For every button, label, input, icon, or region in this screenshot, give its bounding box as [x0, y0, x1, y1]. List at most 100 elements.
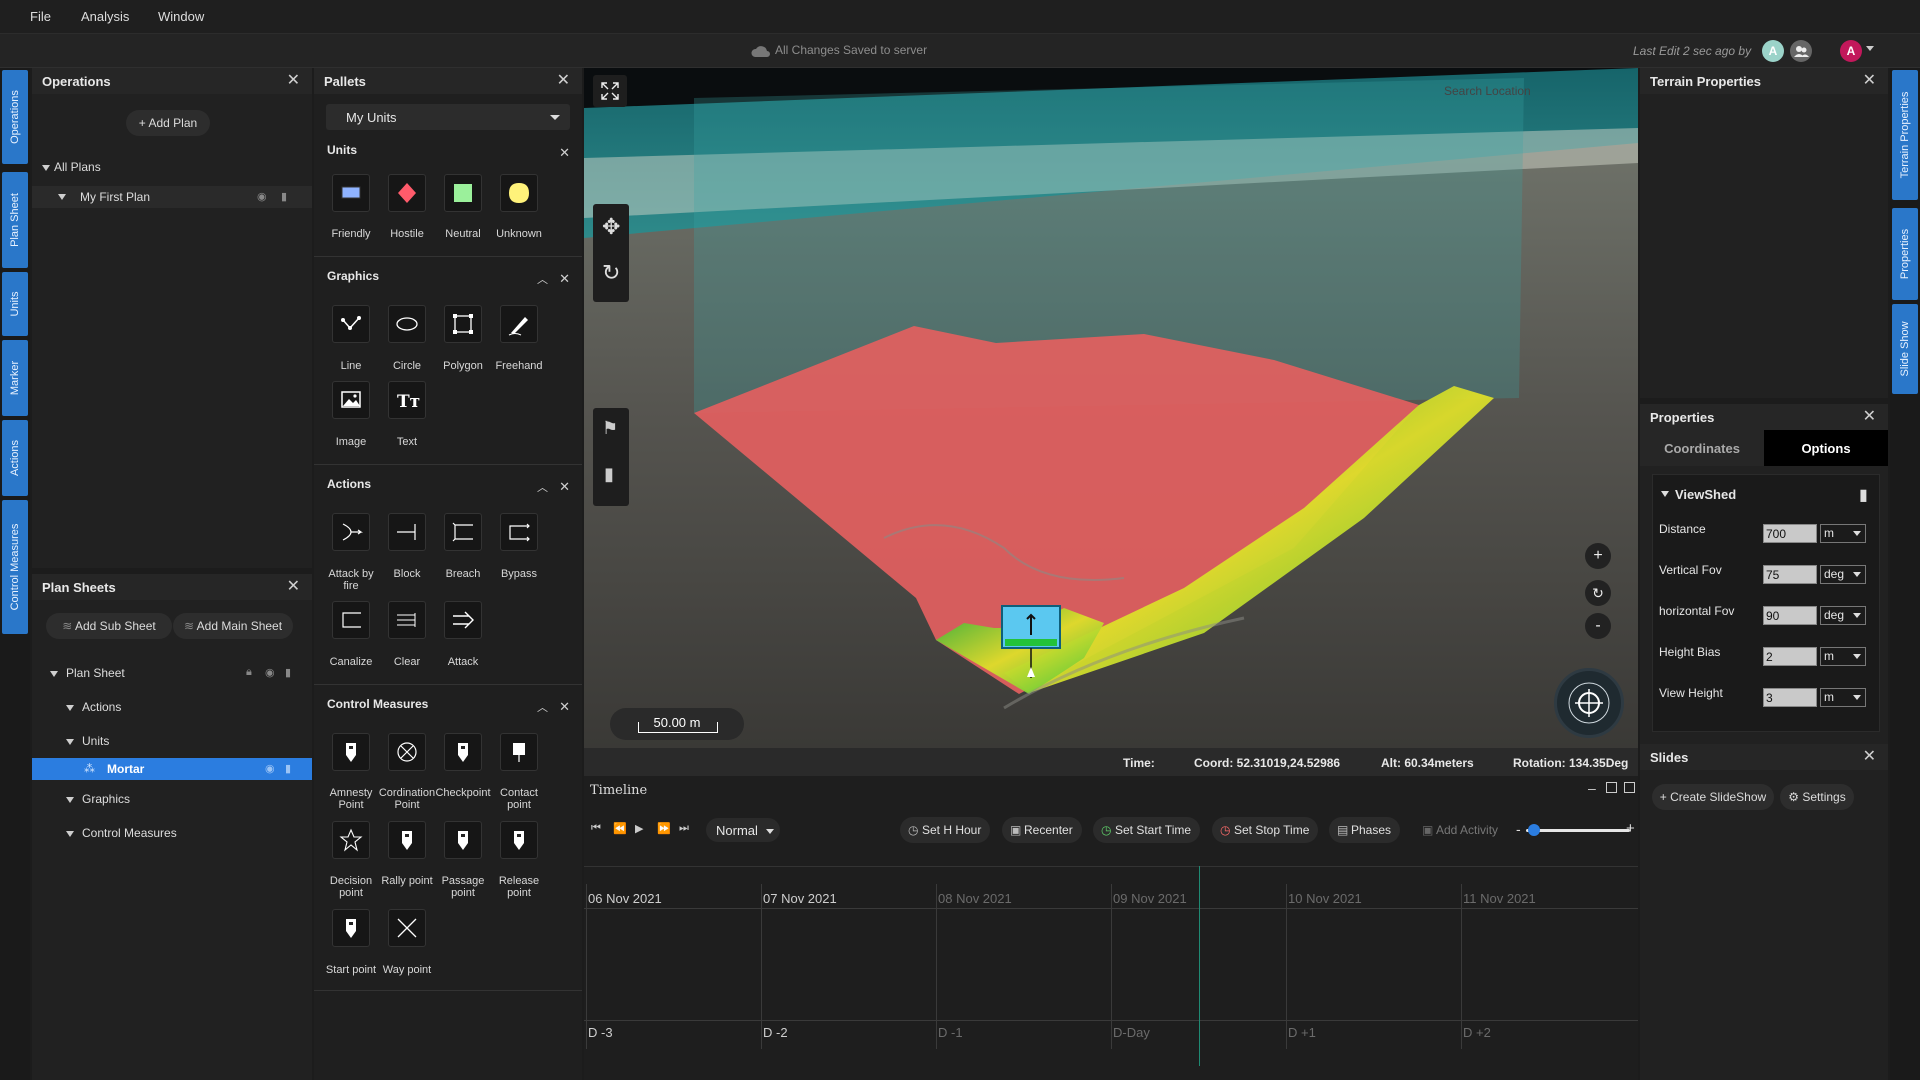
tab-operations[interactable]: Operations [2, 70, 28, 164]
amnesty-point-tile[interactable] [332, 733, 370, 771]
zoom-slider-thumb[interactable] [1528, 824, 1540, 836]
tree-item-units[interactable]: Units [66, 734, 109, 748]
circle-tile[interactable] [388, 305, 426, 343]
close-icon[interactable]: ✕ [557, 73, 570, 89]
chevron-up-icon[interactable]: ︿ [537, 699, 548, 715]
close-icon[interactable]: ✕ [559, 699, 570, 715]
zoom-plus-icon[interactable]: + [1626, 820, 1635, 837]
image-tile[interactable] [332, 381, 370, 419]
close-icon[interactable]: ✕ [1863, 409, 1876, 425]
eye-icon[interactable]: ◉ [265, 762, 275, 775]
tree-item-actions[interactable]: Actions [66, 700, 121, 714]
passage-point-tile[interactable] [444, 821, 482, 859]
attack-tile[interactable] [444, 601, 482, 639]
tree-item-plan-sheet[interactable]: Plan Sheet [50, 666, 125, 680]
way-point-tile[interactable] [388, 909, 426, 947]
fullscreen-button[interactable] [593, 75, 627, 107]
add-sub-sheet-button[interactable]: ≋ Add Sub Sheet [46, 613, 172, 639]
fast-forward-icon[interactable]: ⏩ [657, 822, 671, 835]
eye-icon[interactable]: ◉ [257, 190, 267, 203]
trash-icon[interactable]: ▮ [604, 464, 614, 485]
hostile-tile[interactable] [388, 174, 426, 212]
close-icon[interactable]: ✕ [287, 73, 300, 89]
minimize-icon[interactable]: – [1588, 780, 1596, 796]
clear-tile[interactable] [388, 601, 426, 639]
height-bias-input[interactable]: 2 [1763, 647, 1817, 666]
zoom-slider-track[interactable] [1526, 829, 1630, 832]
tab-units[interactable]: Units [2, 272, 28, 336]
add-activity-button[interactable]: ▣ Add Activity [1414, 817, 1507, 843]
rally-point-tile[interactable] [388, 821, 426, 859]
current-time-marker[interactable] [1199, 866, 1200, 1066]
trash-icon[interactable]: ▮ [1859, 485, 1868, 505]
close-icon[interactable]: ✕ [287, 579, 300, 595]
play-icon[interactable]: ▶ [635, 822, 643, 835]
contact-point-tile[interactable] [500, 733, 538, 771]
mortar-unit-marker[interactable] [1001, 605, 1061, 678]
set-stop-time-button[interactable]: ◷ Set Stop Time [1212, 817, 1319, 843]
add-plan-button[interactable]: + Add Plan [126, 110, 210, 136]
recenter-button[interactable]: ▣ Recenter [1002, 817, 1082, 843]
editor-avatar[interactable]: A [1762, 40, 1784, 62]
chevron-down-icon[interactable] [1661, 491, 1669, 497]
map-view[interactable]: Search Location ✥ ↻ ⚑ ▮ + ↻ - 50.00 m [584, 68, 1638, 748]
tab-slide-show[interactable]: Slide Show [1892, 304, 1918, 394]
settings-button[interactable]: ⚙ Settings [1780, 784, 1854, 810]
neutral-tile[interactable] [444, 174, 482, 212]
phases-button[interactable]: ▤ Phases [1329, 817, 1401, 843]
chevron-up-icon[interactable]: ︿ [537, 271, 548, 287]
decision-point-tile[interactable] [332, 821, 370, 859]
popout-icon[interactable] [1624, 782, 1635, 793]
tab-control-measures[interactable]: Control Measures [2, 500, 28, 634]
close-icon[interactable]: ✕ [1863, 749, 1876, 765]
users-icon[interactable] [1790, 40, 1812, 62]
text-tile[interactable]: Tт [388, 381, 426, 419]
close-icon[interactable]: ✕ [559, 145, 570, 161]
pallet-select[interactable]: My Units [326, 104, 570, 130]
tab-properties[interactable]: Properties [1892, 208, 1918, 300]
vertical-fov-input[interactable]: 75 [1763, 565, 1817, 584]
speed-select[interactable]: Normal [706, 818, 780, 842]
skip-end-icon[interactable]: ⏭ [679, 822, 689, 835]
create-slideshow-button[interactable]: + Create SlideShow [1652, 784, 1774, 810]
zoom-minus-icon[interactable]: - [1516, 821, 1521, 837]
menu-analysis[interactable]: Analysis [81, 9, 129, 24]
horizontal-fov-input[interactable]: 90 [1763, 606, 1817, 625]
tab-coordinates[interactable]: Coordinates [1640, 430, 1764, 466]
friendly-tile[interactable] [332, 174, 370, 212]
vertical-fov-unit-select[interactable]: deg [1820, 565, 1866, 584]
rotate-icon[interactable]: ↻ [602, 260, 620, 286]
distance-unit-select[interactable]: m [1820, 524, 1866, 543]
reset-view-button[interactable]: ↻ [1585, 580, 1611, 606]
attack-by-fire-tile[interactable] [332, 513, 370, 551]
view-height-input[interactable]: 3 [1763, 688, 1817, 707]
flag-icon[interactable]: ⚑ [602, 418, 618, 439]
start-point-tile[interactable] [332, 909, 370, 947]
trash-icon[interactable]: ▮ [281, 190, 287, 203]
view-height-unit-select[interactable]: m [1820, 688, 1866, 707]
freehand-tile[interactable] [500, 305, 538, 343]
close-icon[interactable]: ✕ [1863, 73, 1876, 89]
zoom-out-button[interactable]: - [1585, 613, 1611, 639]
maximize-icon[interactable] [1606, 782, 1617, 793]
move-icon[interactable]: ✥ [602, 214, 620, 240]
search-location-input[interactable]: Search Location [1444, 84, 1531, 98]
close-icon[interactable]: ✕ [559, 271, 570, 287]
polygon-tile[interactable] [444, 305, 482, 343]
tree-item-mortar[interactable]: ⁂ Mortar ◉ ▮ [32, 758, 312, 780]
coordination-point-tile[interactable] [388, 733, 426, 771]
trash-icon[interactable]: ▮ [285, 762, 291, 775]
canalize-tile[interactable] [332, 601, 370, 639]
set-start-time-button[interactable]: ◷ Set Start Time [1093, 817, 1201, 843]
release-point-tile[interactable] [500, 821, 538, 859]
menu-window[interactable]: Window [158, 9, 204, 24]
unknown-tile[interactable] [500, 174, 538, 212]
eye-icon[interactable]: ◉ [265, 666, 275, 679]
tab-marker[interactable]: Marker [2, 340, 28, 416]
block-tile[interactable] [388, 513, 426, 551]
tab-plan-sheet[interactable]: Plan Sheet [2, 172, 28, 268]
height-bias-unit-select[interactable]: m [1820, 647, 1866, 666]
rewind-icon[interactable]: ⏪ [613, 822, 627, 835]
close-icon[interactable]: ✕ [559, 479, 570, 495]
checkpoint-tile[interactable] [444, 733, 482, 771]
